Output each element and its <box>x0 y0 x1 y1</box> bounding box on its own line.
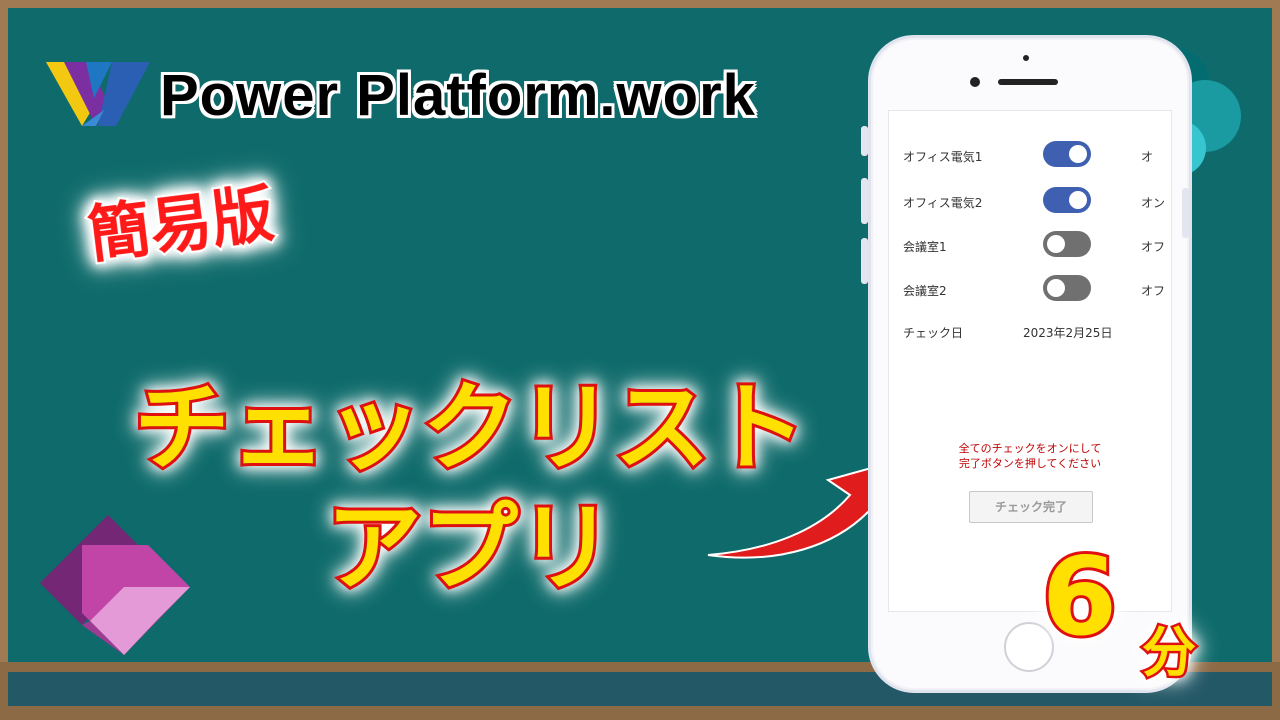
duration-number: 6 <box>1039 532 1120 663</box>
row-state: オ <box>1141 150 1154 164</box>
power-apps-logo-icon <box>40 515 190 655</box>
app-screen: オフィス電気1 オ オフィス電気2 オン 会議室1 オフ 会議室2 オフ チェッ… <box>888 110 1172 612</box>
office-light-1-toggle[interactable] <box>1043 141 1091 167</box>
meeting-room-2-toggle[interactable] <box>1043 275 1091 301</box>
check-date-value: 2023年2月25日 <box>1023 326 1113 340</box>
row-state: オフ <box>1141 240 1166 254</box>
phone-mute-switch <box>861 126 868 156</box>
check-complete-button[interactable]: チェック完了 <box>969 491 1093 523</box>
row-label: オフィス電気1 <box>903 150 983 164</box>
phone-volume-down <box>861 238 868 284</box>
toggle-knob <box>1047 235 1065 253</box>
toggle-knob <box>1047 279 1065 297</box>
meeting-room-1-toggle[interactable] <box>1043 231 1091 257</box>
check-date-row: チェック日 2023年2月25日 <box>903 317 1171 345</box>
instruction-message: 全てのチェックをオンにして 完了ボタンを押してください <box>889 441 1171 471</box>
phone-mockup: オフィス電気1 オ オフィス電気2 オン 会議室1 オフ 会議室2 オフ チェッ… <box>861 35 1192 693</box>
instruction-line-1: 全てのチェックをオンにして <box>958 442 1102 455</box>
checklist-row: オフィス電気2 オン <box>903 187 1171 215</box>
checklist-row: 会議室1 オフ <box>903 231 1171 259</box>
checklist-row: 会議室2 オフ <box>903 275 1171 303</box>
phone-sensor <box>1023 55 1029 61</box>
power-platform-work-logo-icon <box>46 62 150 126</box>
row-state: オフ <box>1141 284 1166 298</box>
brand-title: Power Platform.work <box>160 63 756 128</box>
row-state: オン <box>1141 196 1166 210</box>
phone-power-button <box>1182 188 1189 238</box>
duration-unit: 分 <box>1140 619 1199 687</box>
checklist-row: オフィス電気1 オ <box>903 141 1171 169</box>
phone-volume-up <box>861 178 868 224</box>
check-date-label: チェック日 <box>903 326 964 340</box>
row-label: 会議室1 <box>903 240 947 254</box>
instruction-line-2: 完了ボタンを押してください <box>958 457 1102 470</box>
toggle-knob <box>1069 145 1087 163</box>
phone-camera <box>970 77 980 87</box>
toggle-knob <box>1069 191 1087 209</box>
phone-speaker <box>998 79 1058 85</box>
office-light-2-toggle[interactable] <box>1043 187 1091 213</box>
row-label: 会議室2 <box>903 284 947 298</box>
row-label: オフィス電気2 <box>903 196 983 210</box>
